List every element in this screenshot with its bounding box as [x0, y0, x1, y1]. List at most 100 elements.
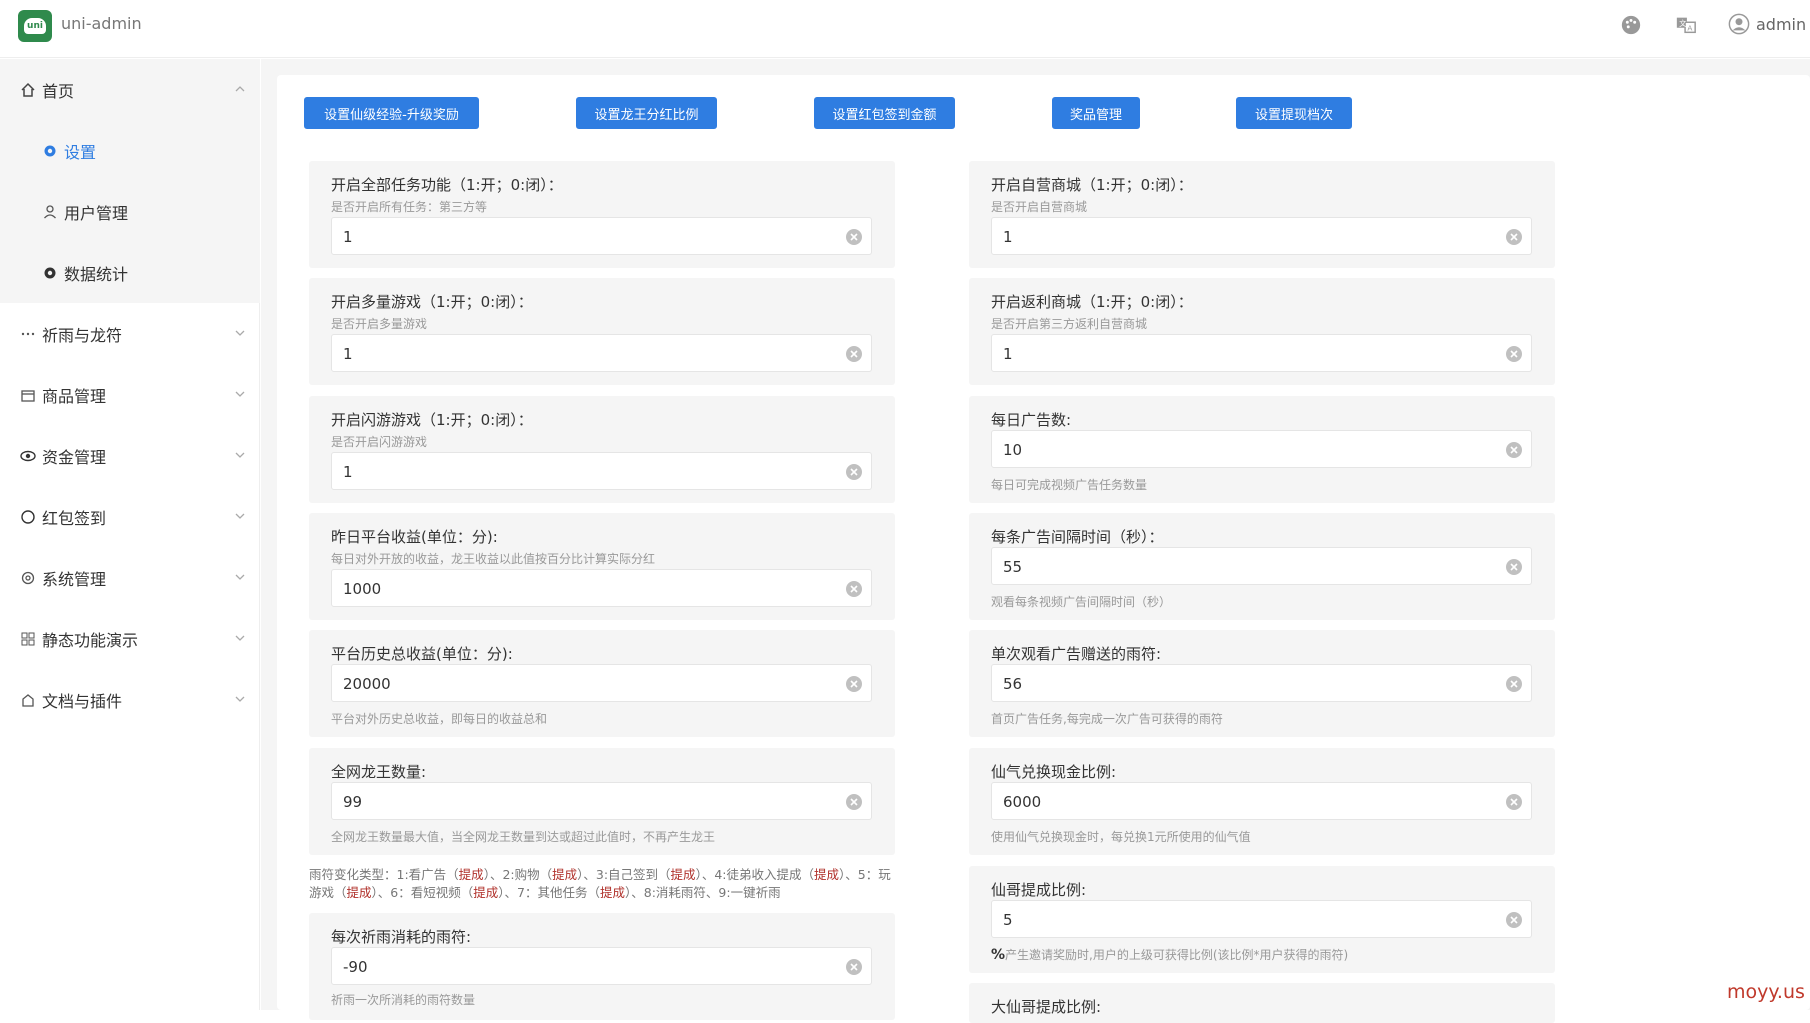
sidebar: 首页 设置 用户管理 数据统计 祈雨与龙符 商品管理 资金管理 红包签到 系统管… — [0, 59, 260, 1010]
field-input[interactable]: 10 — [991, 430, 1532, 468]
set-withdraw-tier-button[interactable]: 设置提现档次 — [1236, 97, 1352, 129]
field-card: 开启闪游游戏（1:开；0:闭）： 是否开启闪游游戏 1 — [309, 396, 895, 503]
clear-icon[interactable] — [845, 345, 863, 363]
shop-icon — [21, 389, 35, 402]
field-label: 每次祈雨消耗的雨符: — [331, 928, 472, 946]
sidebar-item-home[interactable]: 首页 — [0, 59, 260, 120]
field-input[interactable]: -90 — [331, 947, 872, 985]
field-input[interactable]: 1000 — [331, 569, 872, 607]
field-desc: 每日可完成视频广告任务数量 — [991, 478, 1148, 492]
set-redpacket-amount-button[interactable]: 设置红包签到金额 — [814, 97, 955, 129]
sidebar-item-label: 商品管理 — [42, 386, 107, 406]
percent-sign: % — [991, 947, 1006, 963]
field-input[interactable]: 1 — [331, 334, 872, 372]
username: admin — [1756, 14, 1807, 34]
note-highlight: 提成 — [813, 867, 839, 882]
field-input[interactable]: 20000 — [331, 664, 872, 702]
prize-management-button[interactable]: 奖品管理 — [1052, 97, 1140, 129]
field-input[interactable]: 5 — [991, 900, 1532, 938]
clear-icon[interactable] — [845, 463, 863, 481]
chevron-down-icon — [235, 513, 245, 519]
chevron-down-icon — [235, 391, 245, 397]
note-text: ）、8:消耗雨符、9:一键祈雨 — [625, 885, 781, 900]
note-highlight: 提成 — [552, 867, 578, 882]
field-desc: 使用仙气兑换现金时，每兑换1元所使用的仙气值 — [991, 830, 1251, 844]
clear-icon[interactable] — [1505, 441, 1523, 459]
field-value: 99 — [343, 793, 363, 811]
field-input[interactable]: 99 — [331, 782, 872, 820]
sidebar-item-goods[interactable]: 商品管理 — [0, 364, 260, 425]
clear-icon[interactable] — [1505, 345, 1523, 363]
eye-icon — [20, 450, 36, 461]
sidebar-item-label: 系统管理 — [42, 569, 107, 589]
field-desc: 祈雨一次所消耗的雨符数量 — [331, 993, 476, 1007]
clear-icon[interactable] — [1505, 793, 1523, 811]
field-input[interactable]: 55 — [991, 547, 1532, 585]
field-input[interactable]: 56 — [991, 664, 1532, 702]
field-label: 开启返利商城（1:开；0:闭）： — [991, 293, 1193, 311]
field-card: 开启全部任务功能（1:开；0:闭）： 是否开启所有任务：第三方等 1 — [309, 161, 895, 268]
field-desc: 是否开启第三方返利自营商城 — [991, 317, 1148, 331]
sidebar-item-label: 文档与插件 — [42, 691, 123, 711]
sidebar-item-settings[interactable]: 设置 — [0, 120, 260, 181]
clear-icon[interactable] — [845, 958, 863, 976]
field-label: 仙哥提成比例: — [991, 881, 1087, 899]
clear-icon[interactable] — [1505, 675, 1523, 693]
clear-icon[interactable] — [1505, 558, 1523, 576]
sidebar-item-rain[interactable]: 祈雨与龙符 — [0, 303, 260, 364]
field-input[interactable]: 1 — [331, 217, 872, 255]
field-label: 全网龙王数量: — [331, 763, 427, 781]
sidebar-item-system[interactable]: 系统管理 — [0, 547, 260, 608]
field-desc: 首页广告任务,每完成一次广告可获得的雨符 — [991, 712, 1223, 726]
app-logo[interactable]: uni — [18, 10, 52, 42]
note-highlight: 提成 — [473, 885, 499, 900]
translate-icon[interactable]: 文 A — [1675, 14, 1697, 36]
svg-text:A: A — [1687, 24, 1692, 33]
sidebar-item-docs[interactable]: 文档与插件 — [0, 669, 260, 730]
field-input[interactable]: 1 — [991, 217, 1532, 255]
set-level-reward-button[interactable]: 设置仙级经验-升级奖励 — [304, 97, 479, 129]
note-text: ）、4:徒弟收入提成（ — [695, 867, 814, 882]
sidebar-item-label: 首页 — [42, 81, 75, 101]
field-value: 20000 — [343, 675, 391, 693]
sidebar-item-stats[interactable]: 数据统计 — [0, 242, 260, 303]
clear-icon[interactable] — [845, 793, 863, 811]
clear-icon[interactable] — [845, 580, 863, 598]
sidebar-item-demo[interactable]: 静态功能演示 — [0, 608, 260, 669]
field-value: 1000 — [343, 580, 382, 598]
plugin-icon — [22, 693, 34, 707]
field-input[interactable]: 1 — [331, 452, 872, 490]
app-title[interactable]: uni-admin — [61, 14, 142, 33]
set-dragon-dividend-button[interactable]: 设置龙王分红比例 — [576, 97, 717, 129]
circle-icon — [21, 509, 35, 524]
field-value: 1 — [343, 463, 353, 481]
field-desc: 是否开启自营商城 — [991, 200, 1088, 214]
field-card: 开启返利商城（1:开；0:闭）： 是否开启第三方返利自营商城 1 — [969, 278, 1555, 385]
svg-text:文: 文 — [1679, 19, 1687, 28]
field-label: 开启闪游游戏（1:开；0:闭）： — [331, 411, 533, 429]
field-value: 55 — [1003, 558, 1023, 576]
field-value: 1 — [343, 228, 353, 246]
sidebar-item-users[interactable]: 用户管理 — [0, 181, 260, 242]
palette-icon[interactable] — [1620, 14, 1642, 36]
field-value: 56 — [1003, 675, 1023, 693]
chevron-down-icon — [235, 330, 245, 336]
user-menu[interactable]: admin — [1728, 13, 1810, 35]
sidebar-item-funds[interactable]: 资金管理 — [0, 425, 260, 486]
gear-icon — [44, 267, 56, 278]
clear-icon[interactable] — [1505, 228, 1523, 246]
sidebar-item-redpacket[interactable]: 红包签到 — [0, 486, 260, 547]
field-label: 开启全部任务功能（1:开；0:闭）： — [331, 176, 563, 194]
field-card: 昨日平台收益(单位：分): 每日对外开放的收益，龙王收益以此值按百分比计算实际分… — [309, 513, 895, 620]
clear-icon[interactable] — [845, 675, 863, 693]
field-card: 平台历史总收益(单位：分): 20000 平台对外历史总收益，即每日的收益总和 — [309, 630, 895, 737]
field-input[interactable]: 6000 — [991, 782, 1532, 820]
clear-icon[interactable] — [845, 228, 863, 246]
field-input[interactable]: 1 — [991, 334, 1532, 372]
field-card: 单次观看广告赠送的雨符: 56 首页广告任务,每完成一次广告可获得的雨符 — [969, 630, 1555, 737]
chevron-down-icon — [235, 452, 245, 458]
field-card: 大仙哥提成比例: — [969, 983, 1555, 1023]
field-value: 1 — [343, 345, 353, 363]
clear-icon[interactable] — [1505, 911, 1523, 929]
field-label: 平台历史总收益(单位：分): — [331, 645, 513, 663]
